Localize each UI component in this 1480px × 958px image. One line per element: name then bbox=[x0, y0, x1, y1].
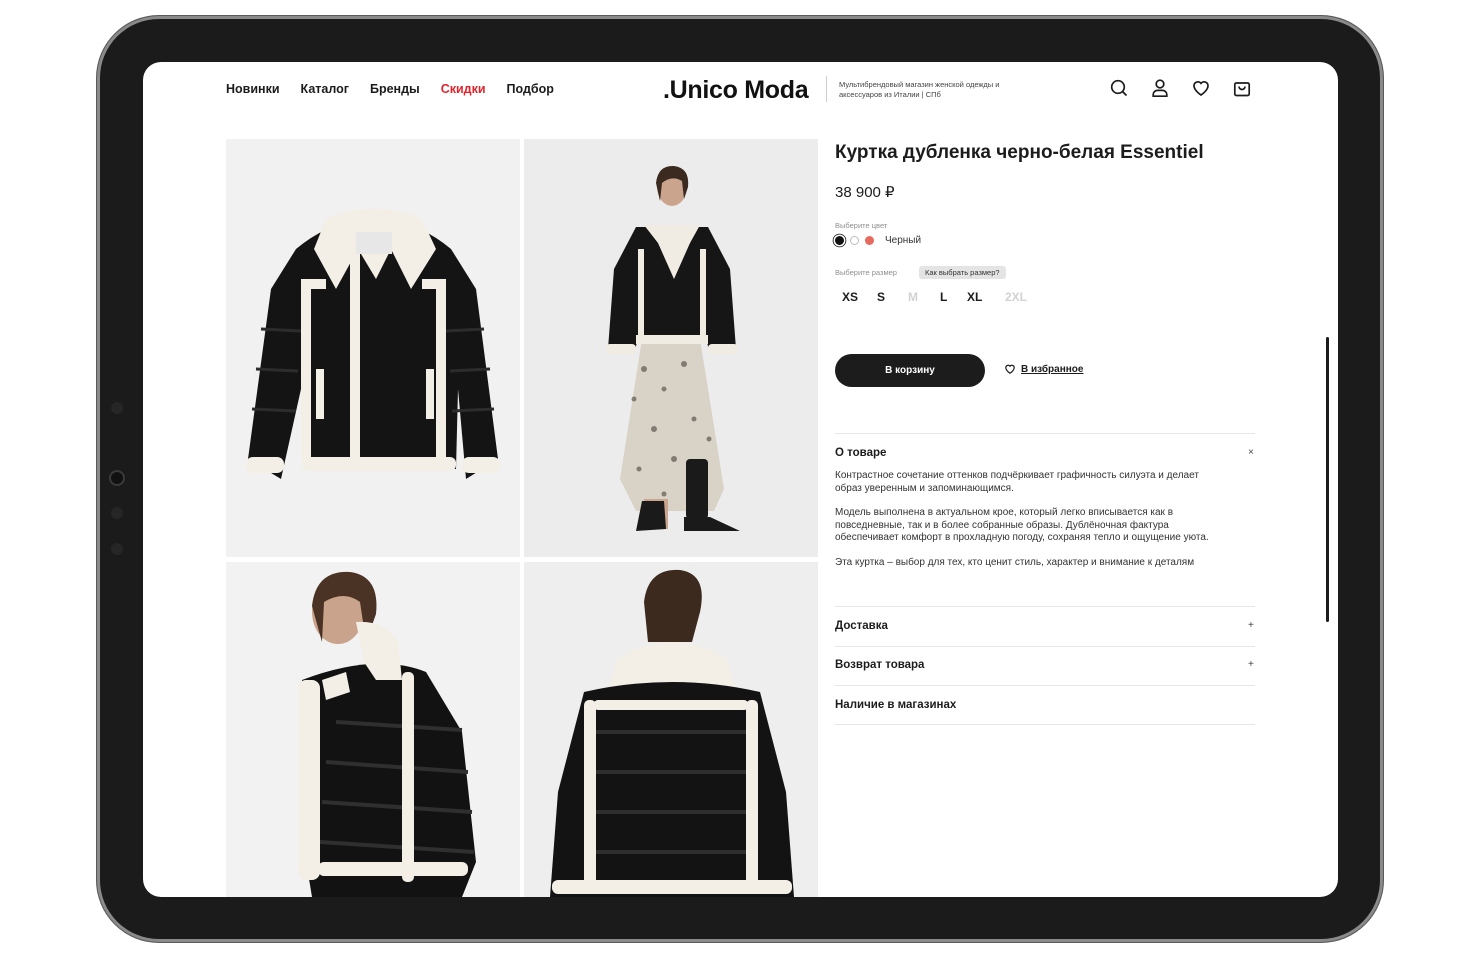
product-image-model-front[interactable] bbox=[524, 139, 818, 557]
plus-icon[interactable]: + bbox=[1248, 620, 1254, 631]
divider bbox=[835, 606, 1255, 607]
scrollbar[interactable] bbox=[1326, 337, 1329, 622]
size-label: Выберите размер bbox=[835, 268, 897, 277]
plus-icon[interactable]: + bbox=[1248, 659, 1254, 670]
header-icons bbox=[1109, 78, 1252, 98]
product-image-front[interactable] bbox=[226, 139, 520, 557]
add-to-cart-button[interactable]: В корзину bbox=[835, 354, 985, 387]
divider bbox=[835, 433, 1255, 434]
accordion-returns-title[interactable]: Возврат товара bbox=[835, 659, 924, 671]
main-nav: Новинки Каталог Бренды Скидки Подбор bbox=[226, 82, 554, 96]
size-option[interactable]: XS bbox=[842, 290, 877, 304]
tablet-button bbox=[111, 402, 123, 414]
size-option-unavailable[interactable]: M bbox=[908, 290, 940, 304]
tablet-button bbox=[111, 543, 123, 555]
description-paragraph: Контрастное сочетание оттенков подчёркив… bbox=[835, 470, 1199, 494]
nav-new[interactable]: Новинки bbox=[226, 82, 280, 96]
size-option[interactable]: XL bbox=[967, 290, 1005, 304]
size-option[interactable]: L bbox=[940, 290, 967, 304]
color-swatch-red[interactable] bbox=[865, 236, 874, 245]
nav-brands[interactable]: Бренды bbox=[370, 82, 420, 96]
divider bbox=[835, 685, 1255, 686]
bag-icon[interactable] bbox=[1232, 78, 1252, 98]
color-swatch-white[interactable] bbox=[850, 236, 859, 245]
search-icon[interactable] bbox=[1109, 78, 1129, 98]
favorites-label: В избранное bbox=[1021, 363, 1084, 375]
nav-catalog[interactable]: Каталог bbox=[301, 82, 349, 96]
size-option-unavailable[interactable]: 2XL bbox=[1005, 290, 1035, 304]
color-label: Выберите цвет bbox=[835, 221, 888, 230]
color-swatch-black[interactable] bbox=[835, 236, 844, 245]
product-image-model-side[interactable] bbox=[226, 562, 520, 897]
product-price: 38 900 ₽ bbox=[835, 184, 895, 201]
description-paragraph: Модель выполнена в актуальном крое, кото… bbox=[835, 507, 1209, 543]
heart-icon[interactable] bbox=[1191, 78, 1211, 98]
user-icon[interactable] bbox=[1150, 78, 1170, 98]
product-title: Куртка дубленка черно-белая Essentiel bbox=[835, 142, 1204, 163]
product-image-model-back[interactable] bbox=[524, 562, 818, 897]
size-options: XS S M L XL 2XL bbox=[842, 290, 1035, 304]
camera-icon bbox=[111, 472, 123, 484]
close-icon[interactable]: × bbox=[1248, 447, 1254, 458]
size-option[interactable]: S bbox=[877, 290, 908, 304]
accordion-availability-title[interactable]: Наличие в магазинах bbox=[835, 699, 956, 711]
tablet-button bbox=[111, 507, 123, 519]
selected-color-name: Черный bbox=[885, 235, 922, 246]
accordion-about-body: Контрастное сочетание оттенков подчёркив… bbox=[835, 470, 1220, 581]
logo[interactable]: .Unico Moda bbox=[663, 76, 809, 105]
description-paragraph: Эта куртка – выбор для тех, кто ценит ст… bbox=[835, 556, 1195, 568]
accordion-about-title[interactable]: О товаре bbox=[835, 447, 886, 459]
accordion-delivery-title[interactable]: Доставка bbox=[835, 620, 888, 632]
divider bbox=[835, 646, 1255, 647]
size-guide-button[interactable]: Как выбрать размер? bbox=[919, 266, 1006, 279]
add-to-favorites-button[interactable]: В избранное bbox=[1004, 363, 1083, 375]
nav-sale[interactable]: Скидки bbox=[441, 82, 486, 96]
divider bbox=[835, 724, 1255, 725]
heart-icon bbox=[1005, 364, 1015, 374]
divider bbox=[826, 76, 827, 102]
color-swatches: Черный bbox=[835, 235, 921, 246]
tagline: Мультибрендовый магазин женской одежды и… bbox=[839, 80, 1000, 99]
screen: Новинки Каталог Бренды Скидки Подбор .Un… bbox=[143, 62, 1338, 897]
nav-selection[interactable]: Подбор bbox=[507, 82, 554, 96]
